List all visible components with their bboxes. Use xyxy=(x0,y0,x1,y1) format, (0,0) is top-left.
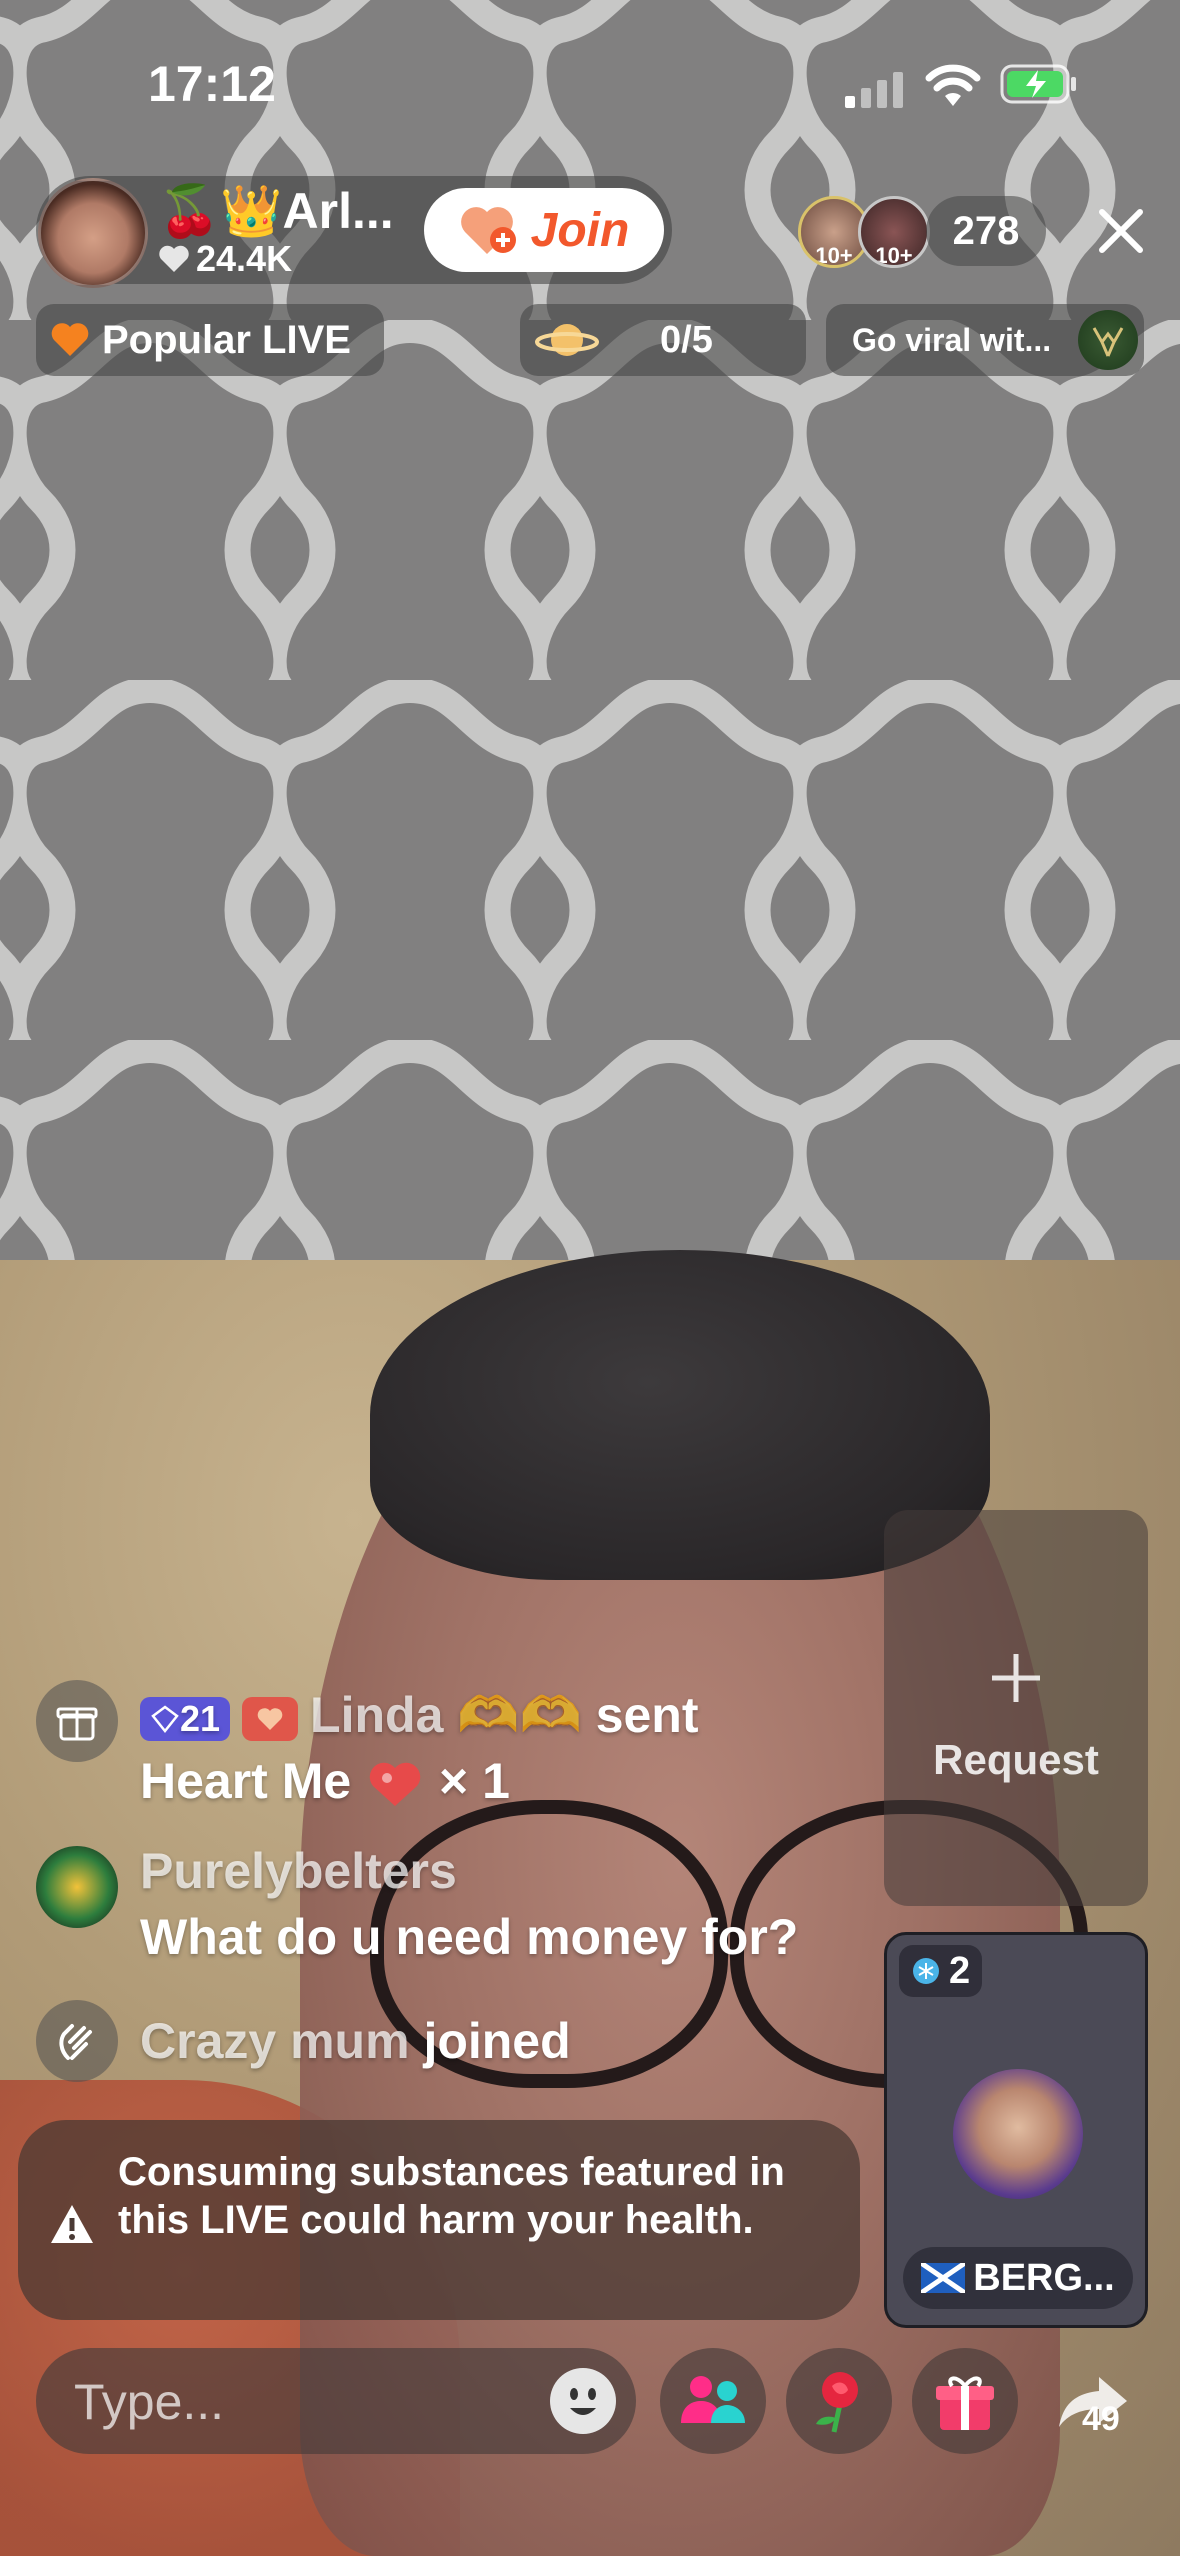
gift-icon xyxy=(36,1680,118,1762)
diamond-icon xyxy=(151,1705,179,1733)
guest-name-pill: BERG... xyxy=(903,2247,1133,2309)
top-viewer-avatar-2[interactable]: 10+ xyxy=(858,196,930,268)
comment-action: sent xyxy=(595,1687,699,1743)
viewer-rank-badge: 10+ xyxy=(815,243,853,268)
host-name[interactable]: 🍒👑Arl... xyxy=(158,182,394,241)
heart-icon xyxy=(159,245,189,272)
viewer-count[interactable]: 278 xyxy=(926,196,1046,266)
wave-icon xyxy=(36,2000,118,2082)
join-button[interactable]: Join xyxy=(424,188,664,272)
rose-gift-button[interactable] xyxy=(786,2348,892,2454)
rose-icon xyxy=(816,2372,858,2433)
heart-icon xyxy=(257,1707,283,1730)
popular-live-label: Popular LIVE xyxy=(102,317,351,362)
host-avatar[interactable] xyxy=(38,178,148,288)
gift-box-icon xyxy=(936,2376,994,2430)
commenter-avatar[interactable] xyxy=(36,1846,118,1928)
request-label: Request xyxy=(933,1736,1099,1783)
comment-text: What do u need money for? xyxy=(140,1909,799,1965)
heart-me-gift-icon xyxy=(369,1762,421,1806)
viewer-rank-badge: 10+ xyxy=(875,243,913,268)
people-icon xyxy=(681,2376,745,2423)
heart-icon xyxy=(51,323,89,356)
popular-live-chip[interactable]: Popular LIVE xyxy=(36,304,384,376)
gift-count: × 1 xyxy=(439,1753,510,1809)
request-panel[interactable]: Request xyxy=(884,1510,1148,1906)
stag-icon xyxy=(1078,310,1138,370)
guest-badge: 2 xyxy=(899,1945,983,1997)
comment-message: Purelybelters What do u need money for? xyxy=(36,1843,799,1970)
heart-badge xyxy=(242,1696,299,1741)
comment-username[interactable]: Crazy mum xyxy=(140,2013,410,2069)
comment-username[interactable]: Linda 🫶🫶 xyxy=(310,1687,582,1743)
guest-panel[interactable]: 2 BERG... xyxy=(884,1932,1148,2328)
snowflake-badge-icon xyxy=(913,1958,939,1984)
multi-guest-button[interactable] xyxy=(660,2348,766,2454)
close-icon[interactable] xyxy=(1090,200,1152,262)
comment-input[interactable] xyxy=(72,2348,556,2456)
comment-composer[interactable] xyxy=(36,2348,636,2456)
guest-badge-count: 2 xyxy=(949,1949,971,1992)
gift-name: Heart Me xyxy=(140,1753,352,1809)
host-likes: 24.4K xyxy=(158,238,292,280)
level-value: 21 xyxy=(180,1697,221,1739)
host-likes-count: 24.4K xyxy=(196,238,293,279)
comment-username[interactable]: Purelybelters xyxy=(140,1843,457,1899)
guest-avatar[interactable] xyxy=(953,2069,1083,2199)
status-time: 17:12 xyxy=(148,56,276,112)
warning-icon xyxy=(51,2205,93,2243)
gift-button[interactable] xyxy=(912,2348,1018,2454)
cellular-signal-icon xyxy=(845,70,907,108)
goal-progress: 0/5 xyxy=(660,318,713,361)
scotland-flag-icon xyxy=(921,2263,966,2293)
goal-chip[interactable]: 0/5 xyxy=(520,304,806,376)
plus-icon xyxy=(992,1654,1040,1702)
go-viral-label: Go viral wit... xyxy=(852,321,1052,358)
comment-join: Crazy mum joined xyxy=(36,2000,571,2082)
health-warning-banner: Consuming substances featured in this LI… xyxy=(18,2120,860,2320)
warning-text: Consuming substances featured in this LI… xyxy=(118,2150,785,2242)
guest-name: BERG... xyxy=(973,2256,1115,2299)
battery-charging-icon xyxy=(1000,64,1076,104)
share-count: 49 xyxy=(1082,2400,1120,2438)
level-badge: 21 xyxy=(140,1696,231,1741)
comment-action: joined xyxy=(423,2013,571,2069)
join-label: Join xyxy=(530,203,630,257)
wifi-icon xyxy=(925,64,981,106)
planet-icon xyxy=(535,324,599,356)
emoji-icon[interactable] xyxy=(550,2368,616,2434)
heart-plus-icon xyxy=(460,207,516,254)
comment-gift: 21 Linda 🫶🫶 sent Heart Me × 1 xyxy=(36,1680,699,1814)
go-viral-chip[interactable]: Go viral wit... xyxy=(826,304,1144,376)
